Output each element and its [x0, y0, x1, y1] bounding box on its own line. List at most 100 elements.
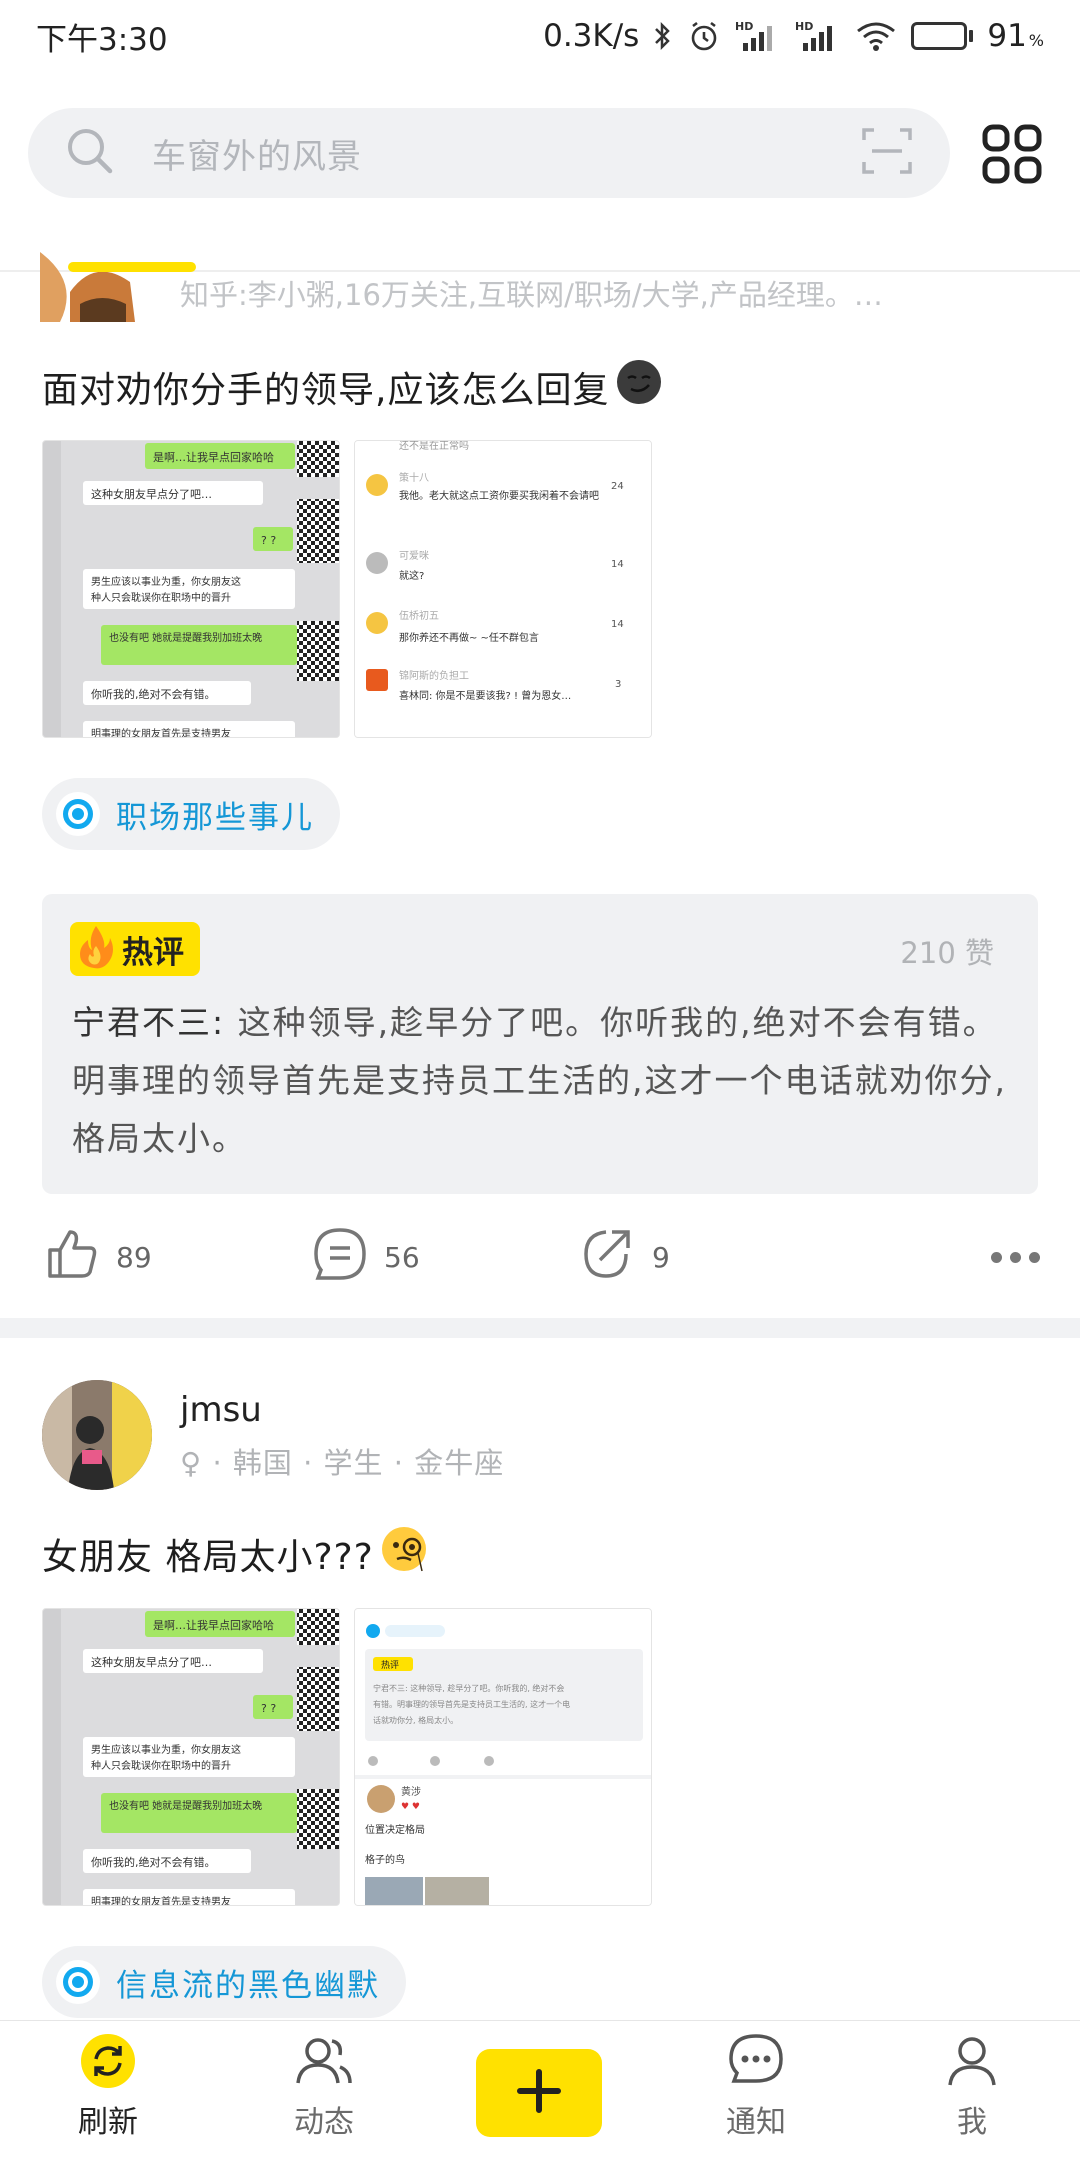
post-title-text: 女朋友 格局太小??? — [42, 1536, 374, 1578]
svg-text:14: 14 — [611, 619, 624, 630]
svg-text:那你养还不再做~ ~任不群包言: 那你养还不再做~ ~任不群包言 — [399, 631, 539, 644]
svg-text:♥ ♥: ♥ ♥ — [401, 1802, 420, 1812]
net-speed: 0.3K/s — [543, 18, 640, 54]
svg-text:明事理的女朋友首先是支持男友: 明事理的女朋友首先是支持男友 — [91, 1895, 231, 1906]
nav-feed-label: 动态 — [294, 2105, 354, 2140]
comment-count: 56 — [384, 1241, 420, 1274]
search-bar[interactable]: 车窗外的风景 — [28, 108, 950, 198]
svg-text:你听我的,绝对不会有错。: 你听我的,绝对不会有错。 — [91, 687, 216, 701]
comment-icon — [312, 1226, 368, 1289]
grid-menu-icon[interactable] — [982, 124, 1042, 184]
nav-me[interactable]: 我 — [892, 2031, 1052, 2141]
comments-screenshot: 还不是在正常吗 策十八 24 我他。老大就这点工资你要买我闲着不会请吧 可爱咪 … — [355, 441, 651, 737]
post-image-shared[interactable]: 热评 宁君不三: 这种领导, 趁早分了吧。你听我的, 绝对不会 有错。明事理的领… — [354, 1608, 652, 1906]
svg-text:你听我的,绝对不会有错。: 你听我的,绝对不会有错。 — [91, 1855, 216, 1869]
post-title[interactable]: 女朋友 格局太小??? — [42, 1525, 428, 1582]
scan-icon[interactable] — [860, 124, 914, 182]
people-icon — [294, 2031, 354, 2091]
username[interactable]: jmsu — [180, 1390, 262, 1430]
svg-text:3: 3 — [615, 679, 621, 690]
status-time: 下午3:30 — [36, 21, 168, 58]
svg-text:可爱咪: 可爱咪 — [399, 549, 429, 562]
bottom-nav: 刷新 动态 通知 我 — [0, 2020, 1080, 2160]
thumbs-up-icon — [44, 1226, 100, 1289]
svg-text:宁君不三: 这种领导, 趁早分了吧。你听我的, 绝对不会: 宁君不三: 这种领导, 趁早分了吧。你听我的, 绝对不会 — [373, 1683, 564, 1693]
nav-notify[interactable]: 通知 — [676, 2031, 836, 2141]
svg-text:? ?: ? ? — [261, 1702, 276, 1715]
post-actions: 89 56 9 — [0, 1226, 1080, 1296]
battery-icon — [911, 22, 974, 50]
svg-text:还不是在正常吗: 还不是在正常吗 — [399, 441, 469, 452]
svg-text:话就劝你分, 格局太小。: 话就劝你分, 格局太小。 — [373, 1715, 458, 1725]
topic-label: 信息流的黑色幽默 — [116, 1967, 380, 2004]
more-icon[interactable] — [991, 1252, 1040, 1263]
svg-text:锦阿斯的负担工: 锦阿斯的负担工 — [399, 669, 469, 682]
svg-text:男生应该以事业为重，你女朋友这: 男生应该以事业为重，你女朋友这 — [91, 1743, 241, 1756]
post-title-text: 面对劝你分手的领导,应该怎么回复 — [42, 369, 610, 411]
topic-icon — [56, 1960, 100, 2004]
svg-text:种人只会耽误你在职场中的晋升: 种人只会耽误你在职场中的晋升 — [91, 591, 231, 604]
svg-text:位置决定格局: 位置决定格局 — [365, 1823, 425, 1836]
status-bar: 下午3:30 0.3K/s HD HD 91% — [0, 0, 1080, 72]
hot-comment[interactable]: 热评 210 赞 宁君不三: 这种领导,趁早分了吧。你听我的,绝对不会有错。明事… — [42, 894, 1038, 1194]
hot-badge-label: 热评 — [122, 934, 184, 971]
share-button[interactable]: 9 — [580, 1226, 670, 1289]
comment-button[interactable]: 56 — [312, 1226, 420, 1289]
topic-icon — [56, 792, 100, 836]
svg-text:这种女朋友早点分了吧…: 这种女朋友早点分了吧… — [91, 487, 212, 501]
user-sub-info: ♀ · 韩国 · 学生 · 金牛座 — [180, 1446, 505, 1480]
hot-comment-author[interactable]: 宁君不三: — [72, 1003, 225, 1042]
svg-text:14: 14 — [611, 559, 624, 570]
topic-tag[interactable]: 信息流的黑色幽默 — [42, 1946, 406, 2018]
svg-text:热评: 热评 — [381, 1659, 399, 1671]
nav-feed[interactable]: 动态 — [244, 2031, 404, 2141]
fire-icon — [76, 924, 116, 974]
plus-icon — [514, 2066, 564, 2120]
search-placeholder[interactable]: 车窗外的风景 — [152, 129, 860, 178]
svg-text:格子的鸟: 格子的鸟 — [365, 1853, 405, 1866]
author-meta: 知乎:李小粥,16万关注,互联网/职场/大学,产品经理。… — [180, 278, 883, 312]
svg-text:这种女朋友早点分了吧…: 这种女朋友早点分了吧… — [91, 1655, 212, 1669]
alarm-icon — [687, 19, 721, 53]
battery-percent: 91 — [987, 18, 1027, 54]
search-icon — [64, 125, 116, 181]
share-icon — [580, 1226, 636, 1289]
avatar[interactable] — [42, 1380, 152, 1490]
svg-text:是啊…让我早点回家哈哈: 是啊…让我早点回家哈哈 — [153, 450, 274, 464]
like-button[interactable]: 89 — [44, 1226, 152, 1289]
wifi-icon — [855, 20, 897, 52]
topic-tag[interactable]: 职场那些事儿 — [42, 778, 340, 850]
svg-text:喜林同: 你是不是要该我? ! 曾为恩女…: 喜林同: 你是不是要该我? ! 曾为恩女… — [399, 689, 571, 702]
chat-screenshot: 是啊…让我早点回家哈哈 这种女朋友早点分了吧… ? ? 男生应该以事业为重，你女… — [43, 441, 339, 738]
like-count: 89 — [116, 1241, 152, 1274]
svg-text:种人只会耽误你在职场中的晋升: 种人只会耽误你在职场中的晋升 — [91, 1759, 231, 1772]
add-post-button[interactable] — [476, 2049, 602, 2137]
smirk-emoji-icon — [615, 358, 663, 415]
svg-text:就这?: 就这? — [399, 569, 424, 582]
signal-hd-icon-1: HD — [735, 19, 781, 53]
svg-text:黄涉: 黄涉 — [401, 1785, 421, 1798]
svg-text:有错。明事理的领导首先是支持员工生活的, 这才一个电: 有错。明事理的领导首先是支持员工生活的, 这才一个电 — [373, 1699, 570, 1709]
post-image-comments[interactable]: 还不是在正常吗 策十八 24 我他。老大就这点工资你要买我闲着不会请吧 可爱咪 … — [354, 440, 652, 738]
nav-refresh-label: 刷新 — [78, 2105, 138, 2140]
person-icon — [942, 2031, 1002, 2091]
hot-comment-likes[interactable]: 210 赞 — [900, 930, 994, 972]
post-image-chat[interactable]: 是啊…让我早点回家哈哈 这种女朋友早点分了吧… ? ? 男生应该以事业为重，你女… — [42, 1608, 340, 1906]
svg-text:明事理的女朋友首先是支持男友: 明事理的女朋友首先是支持男友 — [91, 727, 231, 738]
tab-indicator — [68, 262, 196, 272]
hot-badge: 热评 — [70, 922, 200, 976]
chat-bubble-icon — [726, 2031, 786, 2091]
topic-label: 职场那些事儿 — [116, 799, 314, 836]
chat-screenshot: 是啊…让我早点回家哈哈 这种女朋友早点分了吧… ? ? 男生应该以事业为重，你女… — [43, 1609, 339, 1906]
svg-text:策十八: 策十八 — [399, 471, 429, 484]
svg-text:? ?: ? ? — [261, 534, 276, 547]
svg-text:24: 24 — [611, 481, 624, 492]
post-image-chat[interactable]: 是啊…让我早点回家哈哈 这种女朋友早点分了吧… ? ? 男生应该以事业为重，你女… — [42, 440, 340, 738]
nav-refresh[interactable]: 刷新 — [28, 2031, 188, 2141]
post-title[interactable]: 面对劝你分手的领导,应该怎么回复 — [42, 358, 663, 415]
svg-text:也没有吧 她就是提醒我别加班太晚: 也没有吧 她就是提醒我别加班太晚 — [109, 1799, 262, 1812]
signal-hd-icon-2: HD — [795, 19, 841, 53]
monocle-emoji-icon — [380, 1525, 428, 1582]
section-separator — [0, 1318, 1080, 1338]
battery-percent-unit: % — [1028, 31, 1044, 50]
